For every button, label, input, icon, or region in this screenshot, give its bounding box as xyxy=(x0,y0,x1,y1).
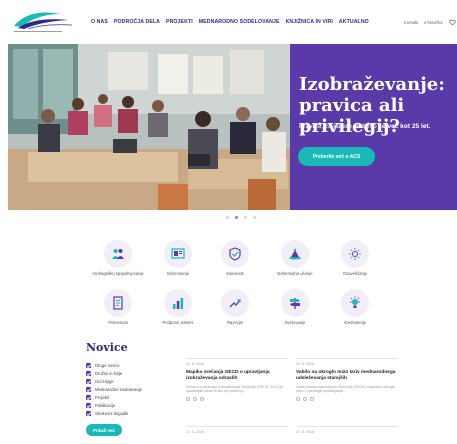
news-card[interactable]: 17. 5. 2016 xyxy=(186,426,288,438)
newsletter-link[interactable]: e-Novičke xyxy=(424,20,443,25)
growth-icon xyxy=(229,299,241,308)
news-card[interactable]: 12. 5. 2016 Vabilo na okroglo mizo Izziv… xyxy=(296,358,398,401)
lightbulb-icon xyxy=(349,248,361,260)
quality-badge-icon xyxy=(229,247,241,261)
checkbox-checked-icon[interactable] xyxy=(86,395,91,401)
filter-checkbox[interactable]: Družini in šolje xyxy=(86,370,142,378)
filter-checkbox[interactable]: Izid knjige xyxy=(86,378,142,386)
checkbox-checked-icon[interactable] xyxy=(86,387,91,393)
checkbox-checked-icon[interactable] xyxy=(86,379,91,385)
light-idea-icon xyxy=(350,296,360,308)
area-label: Ozaveščanje xyxy=(342,271,368,276)
link-icon[interactable] xyxy=(310,396,314,401)
news-date: 17. 5. 2016 xyxy=(186,429,204,434)
news-card[interactable]: 12. 5. 2016 Mapiko srečanja OECD o uprav… xyxy=(186,358,288,401)
heart-icon[interactable] xyxy=(296,396,300,401)
show-more-button[interactable]: Prikaži več xyxy=(86,424,122,436)
checkbox-checked-icon[interactable] xyxy=(86,411,91,417)
divider xyxy=(186,426,288,427)
share-icons xyxy=(186,396,288,401)
divider xyxy=(296,426,398,427)
filter-checkbox[interactable]: Strokovni dogodki xyxy=(86,410,142,418)
heart-icon[interactable] xyxy=(186,396,190,401)
logo-icon[interactable] xyxy=(10,8,76,36)
book-stack-icon xyxy=(289,248,301,260)
nav-item-mednarodno-sodelovanje[interactable]: MEDNARODNO SODELOVANJE xyxy=(199,19,280,25)
area-tile-vrednotenje[interactable]: Vrednotenje xyxy=(325,289,385,339)
area-tile-razvojni[interactable]: Razvojni xyxy=(205,289,265,339)
slider-dots xyxy=(226,216,256,219)
nav-item-knjiznica-in-viri[interactable]: KNJIŽNICA IN VIRI xyxy=(286,19,333,25)
share-icon[interactable] xyxy=(303,396,307,401)
slider-dot-active[interactable] xyxy=(235,216,238,219)
area-tile-informiranje[interactable]: Informiranje xyxy=(148,240,208,290)
hero-cta-button[interactable]: Preberite več o ACS xyxy=(298,147,375,166)
filter-checkbox[interactable]: Mednarodno sodelovanje xyxy=(86,386,142,394)
checkbox-checked-icon[interactable] xyxy=(86,371,91,377)
link-icon[interactable] xyxy=(200,396,204,401)
utility-nav: Kontakt e-Novičke xyxy=(404,19,456,26)
hero-subtitle: Pravica, za katero skrbimo že več kot 25… xyxy=(299,123,431,130)
nav-item-aktualno[interactable]: AKTUALNO xyxy=(339,19,369,25)
main-nav: O NAS PODROČJA DELA PROJEKTI MEDNARODNO … xyxy=(91,19,369,25)
news-date: 12. 5. 2016 xyxy=(186,361,204,366)
area-tile-podporni-sistemi[interactable]: Podporni sistemi xyxy=(148,289,208,339)
area-tile-svetovanje[interactable]: Svetovanje xyxy=(265,289,325,339)
share-icon[interactable] xyxy=(193,396,197,401)
document-icon xyxy=(113,296,123,310)
nav-item-podrocja-dela[interactable]: PODROČJA DELA xyxy=(114,19,160,25)
signpost-icon xyxy=(290,298,300,309)
kontakt-link[interactable]: Kontakt xyxy=(404,20,418,25)
info-board-icon xyxy=(171,248,185,259)
news-date: 12. 5. 2016 xyxy=(296,361,314,366)
hero-subtitle-bold: že več kot 25 let. xyxy=(378,123,431,130)
checkbox-checked-icon[interactable] xyxy=(86,363,91,369)
filter-checkbox[interactable]: Druge novice xyxy=(86,362,142,370)
news-title[interactable]: Mapiko srečanja OECD o upravljanju izobr… xyxy=(186,370,288,382)
divider xyxy=(296,358,398,359)
filter-checkbox[interactable]: Projekti xyxy=(86,394,142,402)
area-label: Vrednotenje xyxy=(343,320,367,325)
people-icon xyxy=(112,249,124,259)
heart-icon[interactable] xyxy=(449,19,456,26)
news-card[interactable]: 17. 5. 2016 xyxy=(296,426,398,438)
share-icons xyxy=(296,396,398,401)
divider xyxy=(186,358,288,359)
area-tile-andragosko[interactable]: Andragoško spopolnjevanje xyxy=(88,240,148,290)
news-excerpt: Zakaj država zapravljamo Slovenije (ZDUS… xyxy=(296,384,396,394)
bar-chart-icon xyxy=(173,298,184,309)
area-tile-pismenost[interactable]: Pismenost xyxy=(88,289,148,339)
news-heading: Novice xyxy=(86,341,128,354)
news-filters: Druge novice Družini in šolje Izid knjig… xyxy=(86,362,142,418)
nav-item-o-nas[interactable]: O NAS xyxy=(91,19,108,25)
slider-dot[interactable] xyxy=(226,216,229,219)
slider-dot[interactable] xyxy=(253,216,256,219)
filter-checkbox[interactable]: Publikacije xyxy=(86,402,142,410)
area-tile-kakovost[interactable]: Kakovost xyxy=(205,240,265,290)
site-header: O NAS PODROČJA DELA PROJEKTI MEDNARODNO … xyxy=(0,0,457,42)
nav-item-projekti[interactable]: PROJEKTI xyxy=(166,19,193,25)
news-date: 17. 5. 2016 xyxy=(296,429,314,434)
area-tile-neformalno[interactable]: Neformalno učenje xyxy=(265,240,325,290)
area-tile-ozavescanje[interactable]: Ozaveščanje xyxy=(325,240,385,290)
classroom-photo xyxy=(8,44,290,210)
news-title[interactable]: Vabilo na okroglo mizo Izziv mednarodneg… xyxy=(296,370,398,382)
slider-dot[interactable] xyxy=(244,216,247,219)
checkbox-checked-icon[interactable] xyxy=(86,403,91,409)
news-excerpt: Roma in s področja izobraževanja Sloveni… xyxy=(186,384,284,394)
